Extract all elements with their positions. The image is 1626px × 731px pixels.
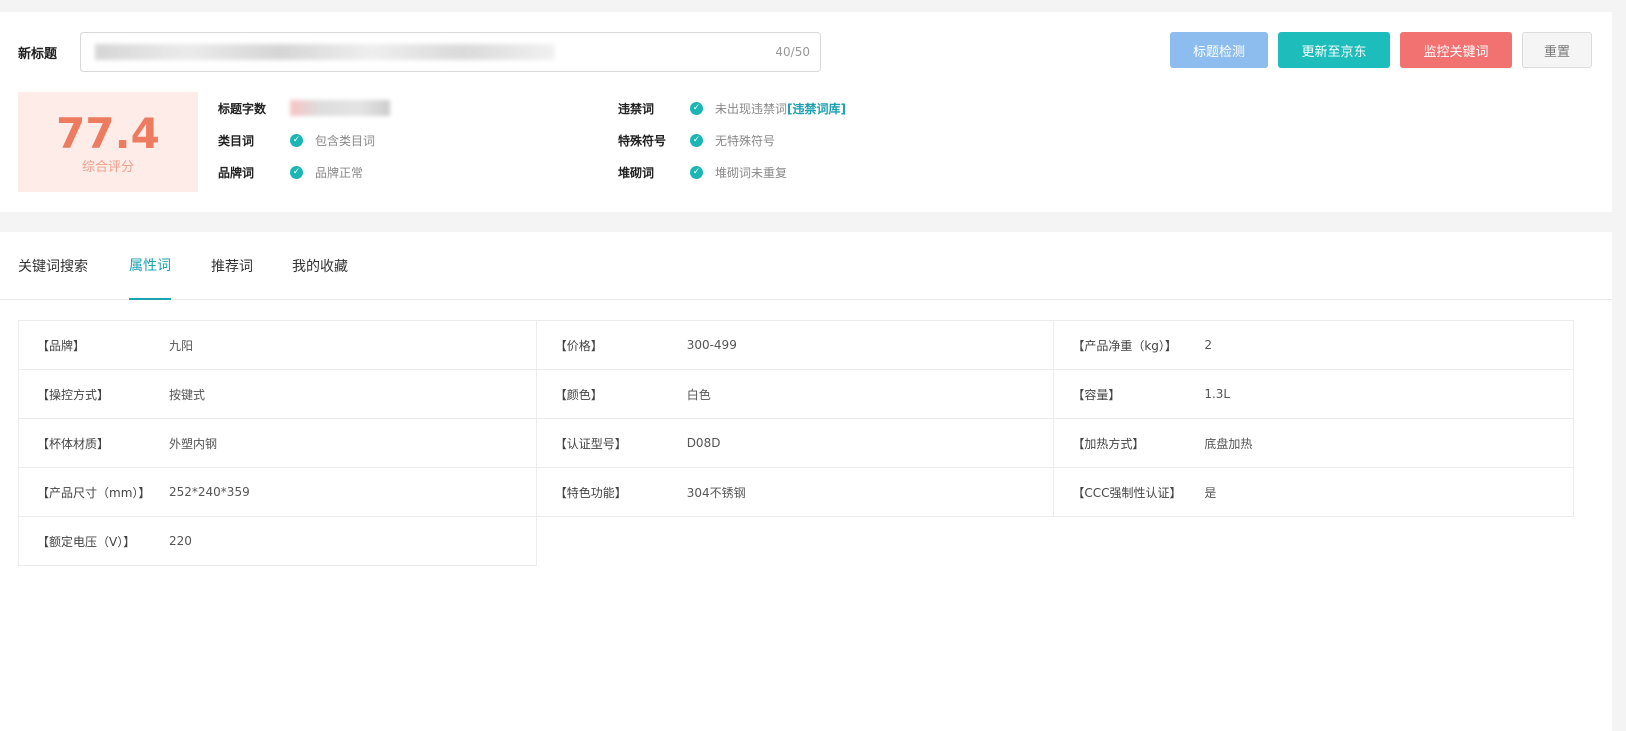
check-text: 堆砌词未重复 <box>715 165 788 180</box>
tab-bar: 关键词搜索 属性词 推荐词 我的收藏 <box>0 232 1612 300</box>
tab-keyword-search[interactable]: 关键词搜索 <box>18 232 88 300</box>
empty-cell <box>1054 517 1574 566</box>
check-text: 包含类目词 <box>315 133 376 148</box>
check-label: 类目词 <box>218 133 255 148</box>
attribute-value[interactable]: D08D <box>687 436 721 450</box>
attribute-cell: 【产品尺寸（mm）】 252*240*359 <box>18 467 537 517</box>
check-circle-icon: ✓ <box>690 101 703 115</box>
table-row: 【品牌】 九阳 【价格】 300-499 【产品净重（kg）】 2 <box>18 320 1574 370</box>
attribute-value[interactable]: 外塑内钢 <box>169 435 217 452</box>
empty-cell <box>536 517 1054 566</box>
banned-words-library-link[interactable]: [违禁词库] <box>787 100 846 117</box>
attribute-key: 【品牌】 <box>37 338 86 353</box>
check-label: 特殊符号 <box>618 133 667 148</box>
check-special-symbols: 特殊符号 ✓ 无特殊符号 <box>618 130 775 150</box>
tab-my-favorites[interactable]: 我的收藏 <box>292 232 348 300</box>
score-value: 77.4 <box>56 109 160 158</box>
check-text: 未出现违禁词 <box>715 101 788 116</box>
attribute-key: 【认证型号】 <box>554 436 627 451</box>
check-category: 类目词 ✓ 包含类目词 <box>218 130 375 150</box>
attribute-cell: 【产品净重（kg）】 2 <box>1053 320 1574 370</box>
blurred-title-text <box>95 44 555 60</box>
table-row: 【杯体材质】 外塑内钢 【认证型号】 D08D 【加热方式】 底盘加热 <box>18 418 1574 468</box>
attribute-value[interactable]: 220 <box>169 534 192 548</box>
title-input[interactable]: 40/50 <box>80 32 821 72</box>
attribute-value[interactable]: 1.3L <box>1204 387 1230 401</box>
attribute-cell: 【额定电压（V）】 220 <box>18 516 537 566</box>
attribute-value[interactable]: 2 <box>1204 338 1212 352</box>
check-circle-icon: ✓ <box>690 165 703 179</box>
score-label: 综合评分 <box>81 160 134 175</box>
attribute-cell: 【CCC强制性认证】 是 <box>1053 467 1574 517</box>
attribute-cell: 【颜色】 白色 <box>535 369 1055 419</box>
attribute-value[interactable]: 按键式 <box>169 386 205 403</box>
attribute-table: 【品牌】 九阳 【价格】 300-499 【产品净重（kg）】 2 【操控方式】 按键式 【颜色… <box>18 320 1574 566</box>
attribute-value[interactable]: 304不锈钢 <box>687 484 746 501</box>
title-row: 新标题 40/50 <box>18 32 821 72</box>
attribute-cell: 【品牌】 九阳 <box>18 320 537 370</box>
attribute-value[interactable]: 300-499 <box>687 338 737 352</box>
table-row: 【操控方式】 按键式 【颜色】 白色 【容量】 1.3L <box>18 369 1574 419</box>
attribute-value[interactable]: 白色 <box>687 386 711 403</box>
check-circle-icon: ✓ <box>690 133 703 147</box>
reset-button[interactable]: 重置 <box>1522 32 1592 68</box>
attribute-value[interactable]: 252*240*359 <box>169 485 250 499</box>
check-title-length: 标题字数 <box>218 98 390 118</box>
tab-recommended-words[interactable]: 推荐词 <box>211 232 253 300</box>
table-row: 【额定电压（V）】 220 <box>18 516 1574 566</box>
check-text: 品牌正常 <box>315 165 364 180</box>
attribute-key: 【价格】 <box>554 338 603 353</box>
attribute-cell: 【杯体材质】 外塑内钢 <box>18 418 537 468</box>
attribute-key: 【额定电压（V）】 <box>37 534 136 549</box>
monitor-keywords-button[interactable]: 监控关键词 <box>1400 32 1512 68</box>
tab-attribute-words[interactable]: 属性词 <box>129 232 171 300</box>
check-label: 品牌词 <box>218 165 255 180</box>
attribute-key: 【产品尺寸（mm）】 <box>37 485 151 500</box>
attribute-cell: 【价格】 300-499 <box>535 320 1055 370</box>
blurred-value <box>290 100 390 116</box>
attribute-key: 【加热方式】 <box>1072 436 1145 451</box>
attribute-key: 【产品净重（kg）】 <box>1072 338 1177 353</box>
table-row: 【产品尺寸（mm）】 252*240*359 【特色功能】 304不锈钢 【CCC强制性… <box>18 467 1574 517</box>
attribute-cell: 【容量】 1.3L <box>1053 369 1574 419</box>
attribute-cell: 【特色功能】 304不锈钢 <box>535 467 1055 517</box>
check-stacking-words: 堆砌词 ✓ 堆砌词未重复 <box>618 162 787 182</box>
check-circle-icon: ✓ <box>290 133 303 147</box>
attribute-value[interactable]: 底盘加热 <box>1204 435 1252 452</box>
score-box: 77.4 综合评分 <box>18 92 198 192</box>
title-label: 新标题 <box>18 46 58 62</box>
title-check-button[interactable]: 标题检测 <box>1170 32 1268 68</box>
attribute-cell: 【认证型号】 D08D <box>535 418 1055 468</box>
attribute-cell: 【操控方式】 按键式 <box>18 369 537 419</box>
update-jd-button[interactable]: 更新至京东 <box>1278 32 1390 68</box>
title-char-count: 40/50 <box>775 45 810 59</box>
check-banned-words: 违禁词 ✓ 未出现违禁词 [违禁词库] <box>618 98 846 118</box>
attribute-key: 【CCC强制性认证】 <box>1072 485 1182 500</box>
attribute-key: 【杯体材质】 <box>37 436 110 451</box>
attribute-key: 【特色功能】 <box>554 485 627 500</box>
attribute-value[interactable]: 是 <box>1204 484 1216 501</box>
attribute-key: 【操控方式】 <box>37 387 110 402</box>
attribute-value[interactable]: 九阳 <box>169 337 193 354</box>
title-check-panel: 新标题 40/50 标题检测 更新至京东 监控关键词 重置 77.4 综合评分 … <box>0 12 1612 212</box>
attribute-cell: 【加热方式】 底盘加热 <box>1053 418 1574 468</box>
check-label: 堆砌词 <box>618 165 655 180</box>
check-brand: 品牌词 ✓ 品牌正常 <box>218 162 363 182</box>
check-circle-icon: ✓ <box>290 165 303 179</box>
check-label: 违禁词 <box>618 101 655 116</box>
check-text: 无特殊符号 <box>715 133 776 148</box>
check-label: 标题字数 <box>218 101 267 116</box>
keywords-panel: 关键词搜索 属性词 推荐词 我的收藏 【品牌】 九阳 【价格】 300-499 【产品净… <box>0 232 1612 731</box>
attribute-key: 【容量】 <box>1072 387 1121 402</box>
attribute-key: 【颜色】 <box>554 387 603 402</box>
